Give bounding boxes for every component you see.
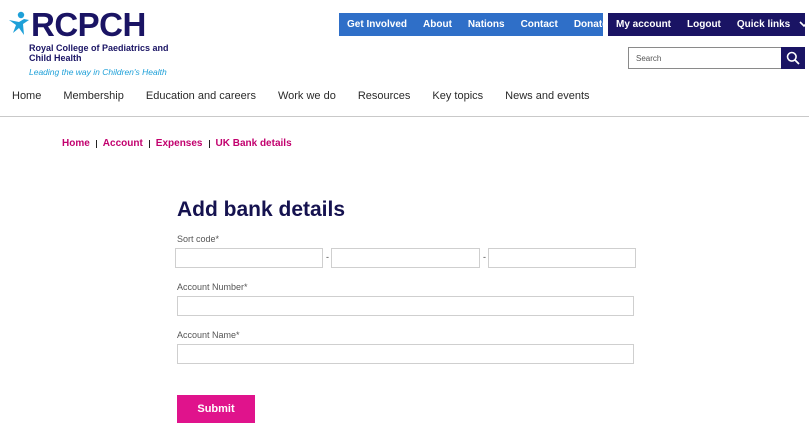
logo-tagline: Leading the way in Children's Health [29,67,167,77]
main-nav-resources[interactable]: Resources [358,90,411,102]
logout-link[interactable]: Logout [679,19,729,30]
account-number-field[interactable] [177,296,634,316]
top-nav-contact[interactable]: Contact [513,19,566,30]
logo-org-name: Royal College of Paediatrics and Child H… [29,43,169,63]
main-nav-education-careers[interactable]: Education and careers [146,90,256,102]
quick-links-label: Quick links [736,19,791,30]
main-nav-membership[interactable]: Membership [63,90,124,102]
account-name-label: Account Name* [177,330,240,340]
sort-code-field-3[interactable] [488,248,636,268]
breadcrumb-separator [208,139,210,148]
main-nav-work-we-do[interactable]: Work we do [278,90,336,102]
sort-code-separator: - [483,252,486,262]
rcpch-logo[interactable]: RCPCH Royal College of Paediatrics and C… [8,6,169,78]
breadcrumb-expenses[interactable]: Expenses [156,138,203,149]
sort-code-label: Sort code* [177,234,220,244]
search-button[interactable] [781,47,805,69]
top-nav-account: My account Logout Quick links [608,13,809,36]
page-title: Add bank details [177,198,346,221]
breadcrumb-uk-bank-details[interactable]: UK Bank details [216,138,292,149]
search-input[interactable]: Search [628,47,782,69]
main-nav-home[interactable]: Home [12,90,41,102]
top-nav-about[interactable]: About [415,19,460,30]
breadcrumb-separator [148,139,150,148]
top-nav-get-involved[interactable]: Get Involved [339,19,415,30]
my-account-link[interactable]: My account [608,19,679,30]
logo-mark: RCPCH [8,6,146,43]
main-nav: Home Membership Education and careers Wo… [12,90,612,102]
submit-button[interactable]: Submit [177,395,255,423]
logo-wordmark: RCPCH [31,6,146,43]
star-figure-icon [9,11,29,35]
main-nav-news-events[interactable]: News and events [505,90,589,102]
quick-links-toggle[interactable]: Quick links [729,19,809,30]
breadcrumb: Home Account Expenses UK Bank details [62,138,292,149]
chevron-down-icon [799,21,809,28]
search-icon [786,51,800,65]
sort-code-field-1[interactable] [175,248,323,268]
main-nav-key-topics[interactable]: Key topics [432,90,483,102]
top-nav-primary: Get Involved About Nations Contact Donat… [339,13,608,36]
sort-code-field-2[interactable] [331,248,480,268]
nav-divider [0,116,809,117]
breadcrumb-home[interactable]: Home [62,138,90,149]
breadcrumb-account[interactable]: Account [103,138,143,149]
breadcrumb-separator [95,139,97,148]
sort-code-separator: - [326,252,329,262]
account-name-field[interactable] [177,344,634,364]
top-nav-nations[interactable]: Nations [460,19,513,30]
account-number-label: Account Number* [177,282,248,292]
